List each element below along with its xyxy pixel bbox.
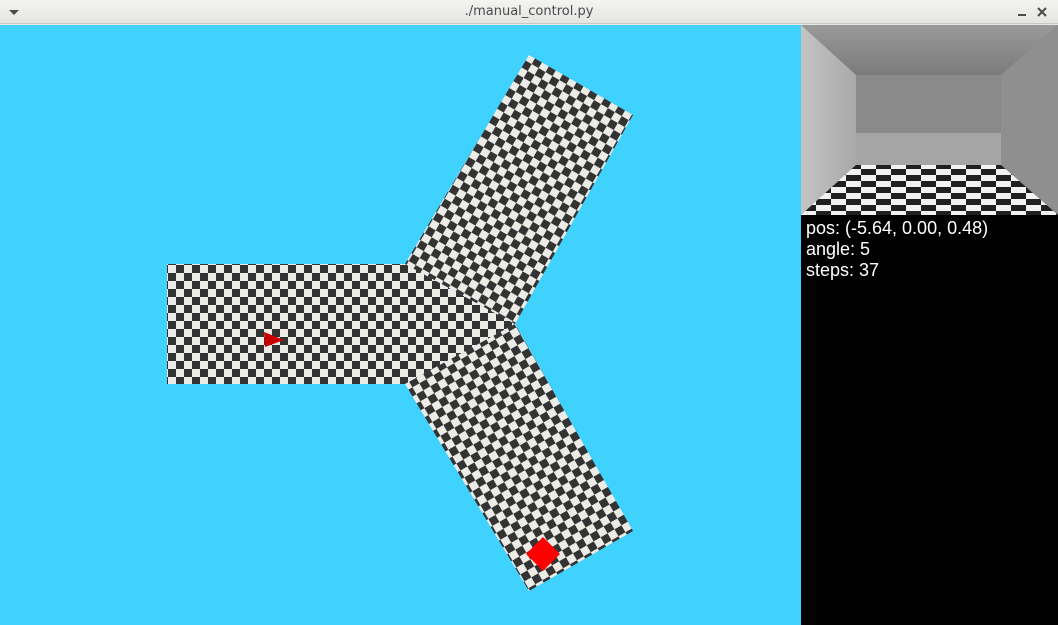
app-window: ./manual_control.py pos: (-5.64, 0.00, 0…: [0, 0, 1058, 625]
status-readout: pos: (-5.64, 0.00, 0.48) angle: 5 steps:…: [806, 218, 988, 281]
map-canvas: [0, 25, 801, 625]
angle-readout: angle: 5: [806, 239, 871, 259]
close-icon[interactable]: [1032, 2, 1052, 22]
fpv-lower-wall: [856, 133, 1001, 165]
position-readout: pos: (-5.64, 0.00, 0.48): [806, 218, 989, 238]
window-title: ./manual_control.py: [464, 4, 594, 19]
steps-readout: steps: 37: [806, 260, 880, 280]
first-person-view: [801, 25, 1058, 215]
info-panel: pos: (-5.64, 0.00, 0.48) angle: 5 steps:…: [801, 25, 1058, 625]
minimize-icon[interactable]: [1012, 2, 1032, 22]
top-down-map-view: [0, 25, 801, 625]
title-bar[interactable]: ./manual_control.py: [0, 0, 1058, 24]
